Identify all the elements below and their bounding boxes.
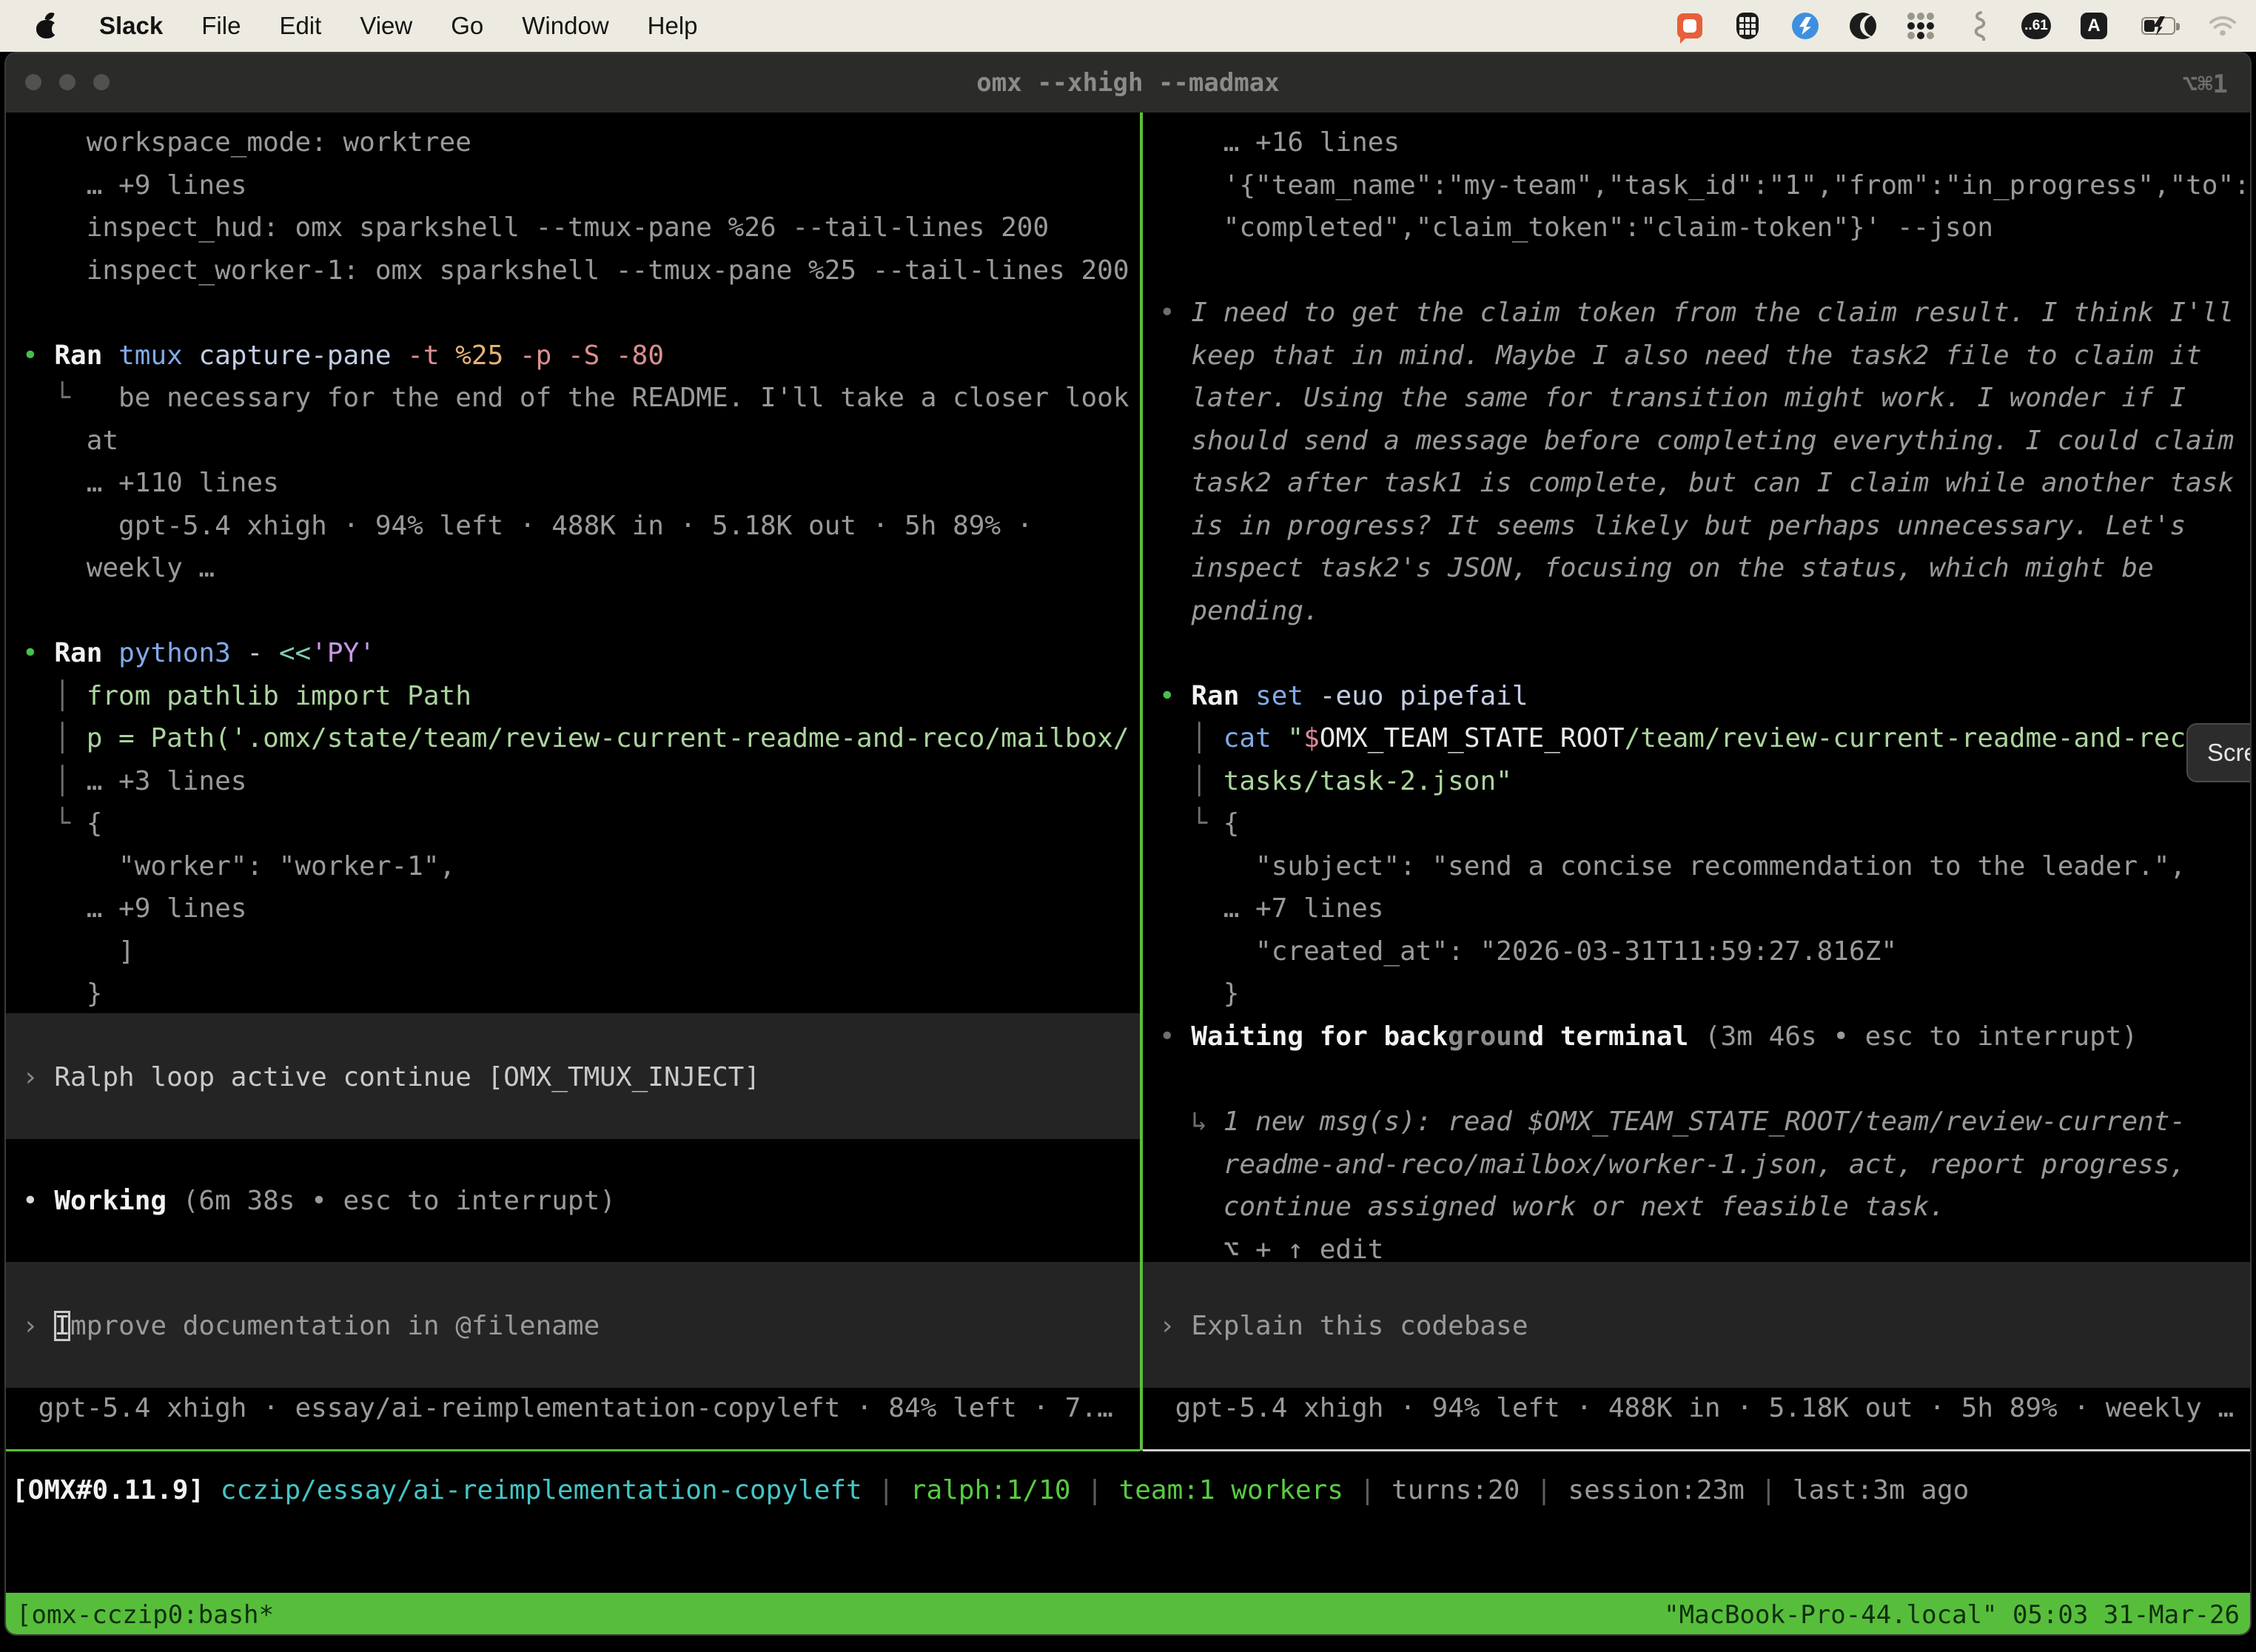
terminal-line: › Explain this codebase xyxy=(1159,1305,2250,1348)
terminal-line: • I need to get the claim token from the… xyxy=(1159,292,2252,335)
terminal-line: │ … +3 lines xyxy=(22,760,1140,803)
terminal-line xyxy=(1159,1058,2252,1101)
terminal-line: "subject": "send a concise recommendatio… xyxy=(1159,845,2252,888)
terminal-line: "completed","claim_token":"claim-token"}… xyxy=(1159,206,2252,249)
apple-icon xyxy=(36,13,57,38)
terminal-line: └ { xyxy=(1159,802,2252,845)
terminal-line: … +9 lines xyxy=(22,164,1140,207)
terminal-line: ↳ 1 new msg(s): read $OMX_TEAM_STATE_ROO… xyxy=(1159,1101,2252,1144)
pane-divider[interactable] xyxy=(1140,113,1143,1451)
chat-icon[interactable] xyxy=(1676,12,1704,40)
left-terminal-pane[interactable]: workspace_mode: worktree … +9 lines insp… xyxy=(6,113,1140,1015)
terminal-line: should send a message before completing … xyxy=(1159,420,2252,463)
terminal-line: • Working (6m 38s • esc to interrupt) xyxy=(22,1180,616,1223)
menu-edit[interactable]: Edit xyxy=(279,12,321,40)
ralph-loop-banner: › Ralph loop active continue [OMX_TMUX_I… xyxy=(6,1013,1140,1139)
terminal-line: • Ran set -euo pipefail xyxy=(1159,675,2252,718)
terminal-line xyxy=(22,292,1140,335)
badge-icon[interactable]: ..61 xyxy=(2022,12,2050,40)
terminal-line: } xyxy=(22,973,1140,1015)
right-terminal-pane[interactable]: … +16 lines '{"team_name":"my-team","tas… xyxy=(1143,113,2252,1015)
terminal-line: … +7 lines xyxy=(1159,887,2252,930)
terminal-line: › Improve documentation in @filename xyxy=(22,1305,1140,1348)
battery-icon[interactable] xyxy=(2138,12,2179,40)
terminal-line: … +110 lines xyxy=(22,462,1140,505)
right-pane-bottom-border xyxy=(1143,1449,2250,1451)
menu-bar: Slack File Edit View Go Window Help ..61… xyxy=(0,0,2256,52)
terminal-line: ] xyxy=(22,930,1140,973)
terminal-line: inspect task2's JSON, focusing on the st… xyxy=(1159,547,2252,590)
right-prompt-input[interactable]: › Explain this codebase xyxy=(1143,1262,2250,1388)
terminal-line: │ tasks/task-2.json" xyxy=(1159,760,2252,803)
left-pane-bottom-border xyxy=(6,1449,1140,1451)
omx-hud-line: [OMX#0.11.9] cczip/essay/ai-reimplementa… xyxy=(6,1469,2250,1512)
terminal-line: "worker": "worker-1", xyxy=(22,845,1140,888)
title-bar[interactable]: omx --xhigh --madmax ⌥⌘1 xyxy=(6,53,2250,113)
tmux-status-bar: [omx-cczip0:bash* "MacBook-Pro-44.local"… xyxy=(6,1593,2250,1636)
menu-help[interactable]: Help xyxy=(648,12,698,40)
terminal-line: … +16 lines xyxy=(1159,121,2252,164)
zoom-button[interactable] xyxy=(93,74,110,90)
terminal-line: } xyxy=(1159,973,2252,1015)
menu-go[interactable]: Go xyxy=(451,12,483,40)
terminal-line: workspace_mode: worktree xyxy=(22,121,1140,164)
terminal-line: └ { xyxy=(22,802,1140,845)
apple-menu[interactable] xyxy=(33,12,61,40)
terminal-line xyxy=(1159,249,2252,292)
terminal-line: inspect_hud: omx sparkshell --tmux-pane … xyxy=(22,206,1140,249)
waiting-status-block: • Waiting for background terminal (3m 46… xyxy=(1143,1015,2252,1271)
terminal-line: readme-and-reco/mailbox/worker-1.json, a… xyxy=(1159,1144,2252,1186)
terminal-line: │ p = Path('.omx/state/team/review-curre… xyxy=(22,717,1140,760)
terminal-line: [OMX#0.11.9] cczip/essay/ai-reimplementa… xyxy=(12,1469,2250,1512)
right-model-status: gpt-5.4 xhigh · 94% left · 488K in · 5.1… xyxy=(1143,1387,2250,1430)
terminal-line: │ cat "$OMX_TEAM_STATE_ROOT/team/review-… xyxy=(1159,717,2252,760)
badge-count: ..61 xyxy=(2021,13,2051,39)
terminal-line: continue assigned work or next feasible … xyxy=(1159,1186,2252,1229)
grid-icon[interactable] xyxy=(1907,12,1935,40)
terminal-line xyxy=(22,590,1140,633)
terminal-line: "created_at": "2026-03-31T11:59:27.816Z" xyxy=(1159,930,2252,973)
terminal-line: keep that in mind. Maybe I also need the… xyxy=(1159,335,2252,377)
screen-share-button[interactable]: Scre xyxy=(2186,723,2252,782)
squiggle-icon[interactable] xyxy=(1964,12,1993,40)
left-prompt-input[interactable]: › Improve documentation in @filename xyxy=(6,1262,1140,1388)
working-status: • Working (6m 38s • esc to interrupt) xyxy=(6,1180,616,1223)
terminal-line: … +9 lines xyxy=(22,887,1140,930)
terminal-line: • Ran python3 - <<'PY' xyxy=(22,632,1140,675)
window-title: omx --xhigh --madmax xyxy=(6,68,2250,98)
terminal-line: › Ralph loop active continue [OMX_TMUX_I… xyxy=(22,1056,1140,1099)
sync-icon[interactable] xyxy=(1791,12,1819,40)
menu-app-name[interactable]: Slack xyxy=(99,12,163,40)
terminal-line: inspect_worker-1: omx sparkshell --tmux-… xyxy=(22,249,1140,292)
terminal-line: '{"team_name":"my-team","task_id":"1","f… xyxy=(1159,164,2252,207)
terminal-line: gpt-5.4 xhigh · 94% left · 488K in · 5.1… xyxy=(22,505,1140,548)
terminal-line xyxy=(1159,632,2252,675)
menu-file[interactable]: File xyxy=(201,12,241,40)
terminal-line: │ from pathlib import Path xyxy=(22,675,1140,718)
input-source-icon[interactable]: A xyxy=(2080,12,2108,40)
shield-icon[interactable] xyxy=(1733,12,1762,40)
tmux-host-clock: "MacBook-Pro-44.local" 05:03 31-Mar-26 xyxy=(1664,1593,2240,1636)
terminal-line: └ be necessary for the end of the README… xyxy=(22,377,1140,420)
terminal-line: is in progress? It seems likely but perh… xyxy=(1159,505,2252,548)
wifi-icon[interactable] xyxy=(2209,12,2237,40)
close-button[interactable] xyxy=(25,74,41,90)
terminal-line: pending. xyxy=(1159,590,2252,633)
window-shortcut: ⌥⌘1 xyxy=(2183,70,2228,99)
terminal-line: weekly … xyxy=(22,547,1140,590)
left-model-status: gpt-5.4 xhigh · essay/ai-reimplementatio… xyxy=(6,1387,1140,1430)
crescent-icon[interactable] xyxy=(1849,12,1877,40)
terminal-line: later. Using the same for transition mig… xyxy=(1159,377,2252,420)
terminal-line: at xyxy=(22,420,1140,463)
menu-window[interactable]: Window xyxy=(522,12,608,40)
terminal-line: task2 after task1 is complete, but can I… xyxy=(1159,462,2252,505)
tmux-session-name: [omx-cczip0:bash* xyxy=(16,1593,274,1636)
terminal-line: • Ran tmux capture-pane -t %25 -p -S -80 xyxy=(22,335,1140,377)
terminal-line: • Waiting for background terminal (3m 46… xyxy=(1159,1015,2252,1058)
terminal-window: omx --xhigh --madmax ⌥⌘1 workspace_mode:… xyxy=(4,52,2252,1636)
menu-view[interactable]: View xyxy=(360,12,412,40)
screen: Slack File Edit View Go Window Help ..61… xyxy=(0,0,2256,1652)
minimize-button[interactable] xyxy=(59,74,75,90)
